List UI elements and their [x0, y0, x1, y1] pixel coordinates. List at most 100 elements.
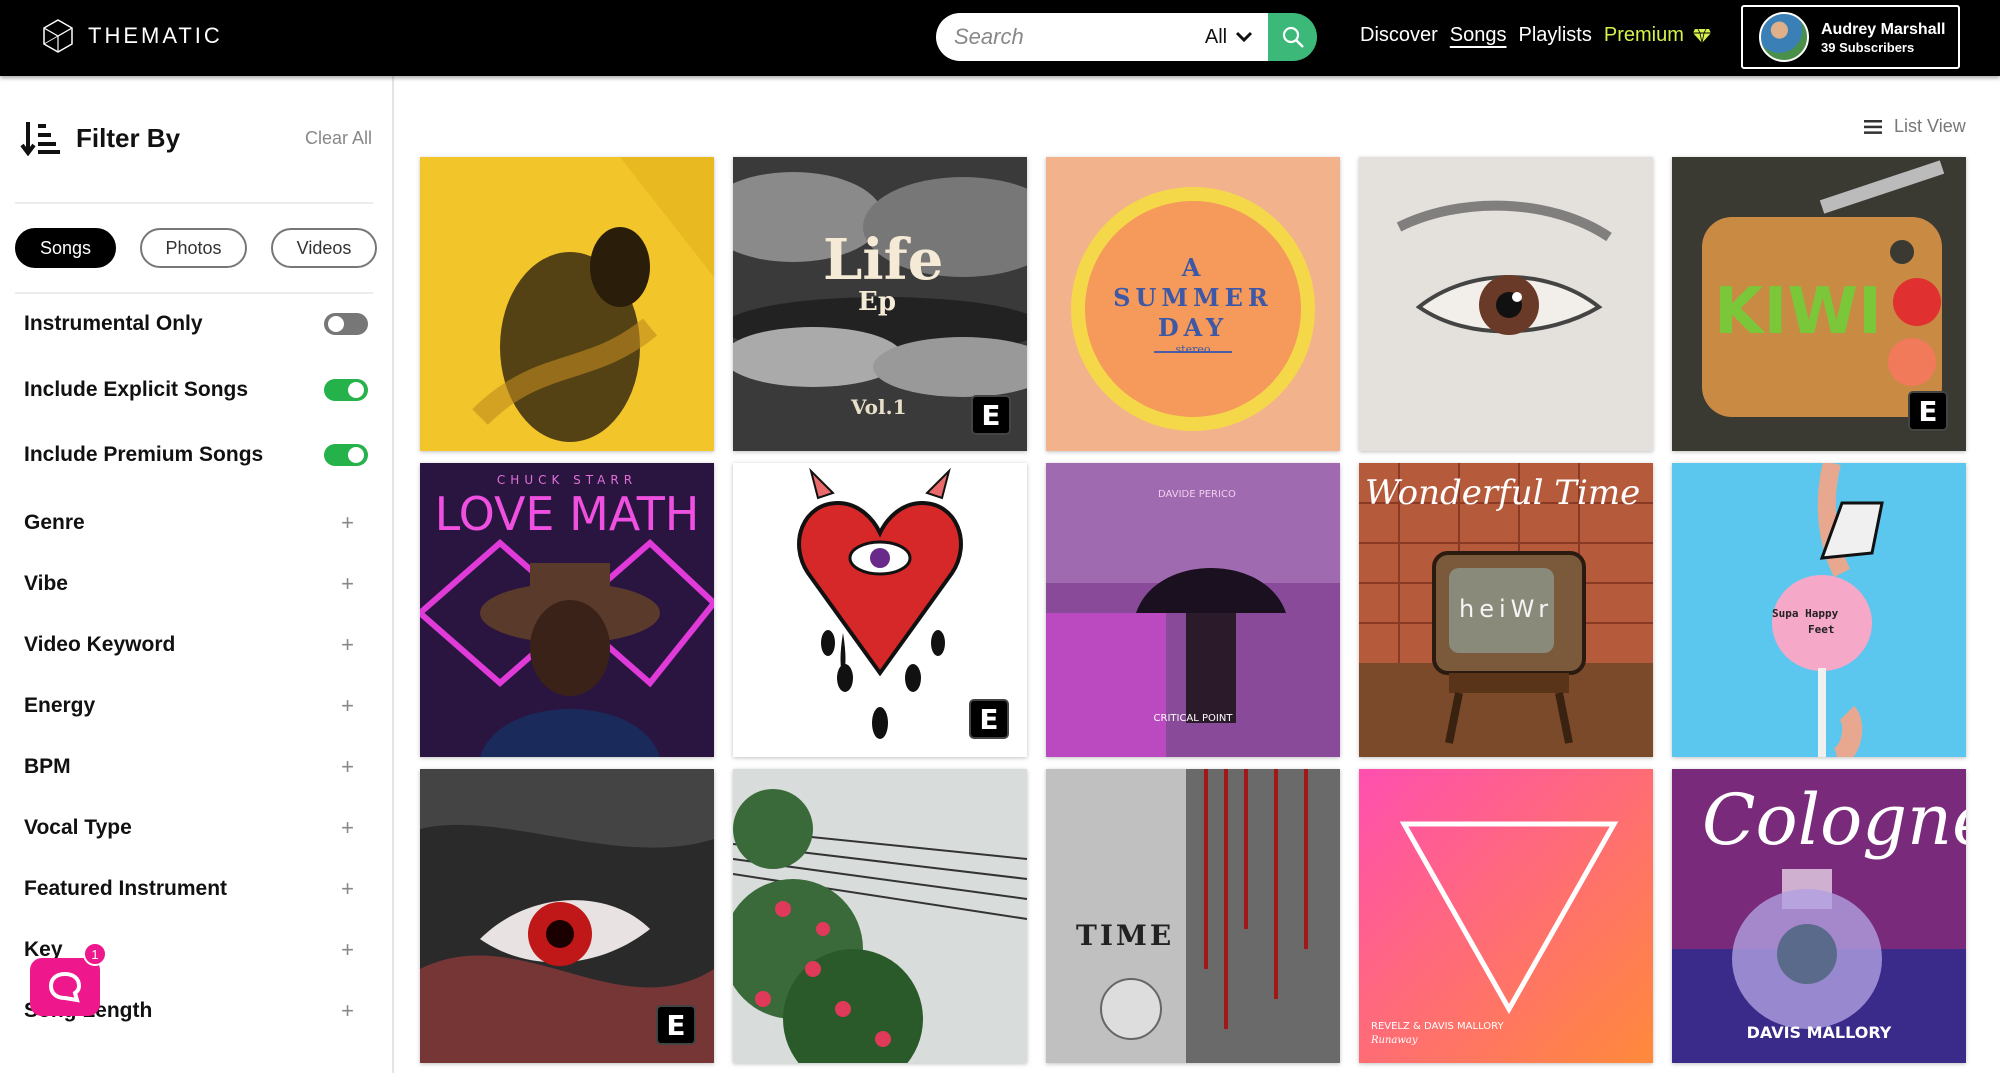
album-card[interactable]: Wonderful Time heiWr: [1359, 463, 1653, 757]
album-artist: DAVIS MALLORY: [1746, 1023, 1892, 1042]
filter-bpm[interactable]: BPM +: [24, 754, 354, 780]
search-scope-label: All: [1204, 25, 1228, 48]
album-card[interactable]: A SUMMER DAY stereo: [1046, 157, 1340, 451]
filter-label: BPM: [24, 755, 71, 778]
filter-label: Genre: [24, 511, 85, 534]
filter-genre[interactable]: Genre +: [24, 510, 354, 536]
user-profile-button[interactable]: Audrey Marshall 39 Subscribers: [1741, 5, 1960, 69]
explicit-badge: E: [969, 699, 1009, 739]
plus-icon: +: [341, 998, 354, 1023]
filter-label: Featured Instrument: [24, 877, 228, 900]
premium-toggle[interactable]: [324, 444, 368, 466]
search-icon: [1282, 26, 1304, 48]
nav-discover[interactable]: Discover: [1360, 24, 1438, 47]
diamond-icon: [1692, 28, 1711, 43]
album-art: [1359, 769, 1653, 1063]
album-subtitle: Feet: [1808, 623, 1835, 636]
logo-icon: [43, 19, 73, 53]
filter-vibe[interactable]: Vibe +: [24, 571, 354, 597]
album-card[interactable]: TIME: [1046, 769, 1340, 1063]
album-grid: Life Ep Vol.1 E A SUMMER DAY stereo KIWI…: [420, 157, 1966, 1073]
album-card[interactable]: REVELZ & DAVIS MALLORY Runaway: [1359, 769, 1653, 1063]
explicit-toggle[interactable]: [324, 379, 368, 401]
album-artist: CHUCK STARR: [496, 473, 638, 487]
album-card[interactable]: Cologne DAVIS MALLORY: [1672, 769, 1966, 1063]
nav-premium[interactable]: Premium: [1604, 24, 1712, 47]
filter-energy[interactable]: Energy +: [24, 693, 354, 719]
filter-video-keyword[interactable]: Video Keyword +: [24, 632, 354, 658]
album-card[interactable]: Supa Happy Feet: [1672, 463, 1966, 757]
album-artist: DAVIDE PERICO: [1158, 489, 1236, 500]
tab-videos[interactable]: Videos: [271, 228, 377, 268]
toggle-label: Include Explicit Songs: [24, 378, 249, 401]
album-subtitle: Runaway: [1371, 1035, 1418, 1046]
nav-songs[interactable]: Songs: [1450, 24, 1507, 47]
tab-photos[interactable]: Photos: [140, 228, 247, 268]
plus-icon: +: [341, 876, 354, 901]
nav-playlists[interactable]: Playlists: [1519, 24, 1592, 47]
album-card[interactable]: E: [420, 769, 714, 1063]
album-title: LOVE MATH: [434, 487, 700, 541]
album-card[interactable]: E: [733, 463, 1027, 757]
brand-logo[interactable]: THEMATIC: [40, 18, 223, 54]
album-title: CRITICAL POINT: [1153, 713, 1233, 724]
album-subtitle: Ep: [858, 287, 896, 317]
user-subscribers: 39 Subscribers: [1821, 39, 1915, 55]
clear-all-link[interactable]: Clear All: [305, 128, 372, 149]
album-art: [420, 157, 714, 451]
filter-sidebar: Filter By Clear All Songs Photos Videos …: [0, 76, 394, 1073]
album-card[interactable]: DAVIDE PERICO CRITICAL POINT: [1046, 463, 1340, 757]
filter-header: Filter By: [20, 120, 180, 156]
filter-vocal-type[interactable]: Vocal Type +: [24, 815, 354, 841]
album-card[interactable]: CHUCK STARR LOVE MATH: [420, 463, 714, 757]
avatar: [1759, 12, 1809, 62]
toggle-row-instrumental: Instrumental Only: [24, 312, 368, 336]
filter-featured-instrument[interactable]: Featured Instrument +: [24, 876, 354, 902]
chevron-down-icon: [1236, 31, 1253, 43]
album-card[interactable]: [420, 157, 714, 451]
toggle-row-explicit: Include Explicit Songs: [24, 378, 368, 402]
album-card[interactable]: [1359, 157, 1653, 451]
album-card[interactable]: KIWI E: [1672, 157, 1966, 451]
chat-icon: [48, 971, 82, 1003]
search-scope-dropdown[interactable]: All: [1190, 13, 1268, 61]
album-art: [1046, 769, 1340, 1063]
search-input[interactable]: [936, 13, 1190, 61]
album-volume: Vol.1: [851, 395, 907, 419]
plus-icon: +: [341, 815, 354, 840]
instrumental-toggle[interactable]: [324, 313, 368, 335]
album-art: [1359, 157, 1653, 451]
user-name: Audrey Marshall: [1821, 20, 1946, 38]
search-button[interactable]: [1268, 13, 1317, 61]
filter-label: Energy: [24, 694, 96, 717]
album-title: Cologne: [1702, 779, 1966, 861]
nav-premium-label: Premium: [1603, 24, 1684, 46]
list-view-label: List View: [1894, 116, 1966, 136]
main-nav: Discover Songs Playlists Premium: [1360, 24, 1712, 47]
explicit-badge: E: [656, 1005, 696, 1045]
album-card[interactable]: [733, 769, 1027, 1063]
list-view-toggle[interactable]: List View: [1864, 116, 1966, 137]
plus-icon: +: [341, 510, 354, 535]
notification-badge: 1: [83, 942, 107, 966]
toggle-row-premium: Include Premium Songs: [24, 443, 368, 467]
plus-icon: +: [341, 571, 354, 596]
divider: [15, 292, 373, 294]
plus-icon: +: [341, 693, 354, 718]
plus-icon: +: [341, 937, 354, 962]
album-card[interactable]: Life Ep Vol.1 E: [733, 157, 1027, 451]
brand-name: THEMATIC: [88, 23, 223, 48]
toggle-label: Instrumental Only: [24, 312, 203, 335]
plus-icon: +: [341, 632, 354, 657]
album-title: Supa Happy: [1772, 607, 1839, 620]
album-title: KIWI: [1714, 275, 1882, 349]
filter-label: Vibe: [24, 572, 68, 595]
toggle-label: Include Premium Songs: [24, 443, 264, 466]
chat-button[interactable]: [30, 958, 100, 1016]
tab-songs[interactable]: Songs: [15, 228, 116, 268]
album-title: A: [1181, 253, 1205, 282]
top-bar: THEMATIC All Discover Songs Playlists Pr…: [0, 0, 2000, 76]
filter-label: Video Keyword: [24, 633, 176, 656]
album-tag: stereo: [1175, 343, 1211, 356]
sort-icon: [20, 122, 60, 156]
